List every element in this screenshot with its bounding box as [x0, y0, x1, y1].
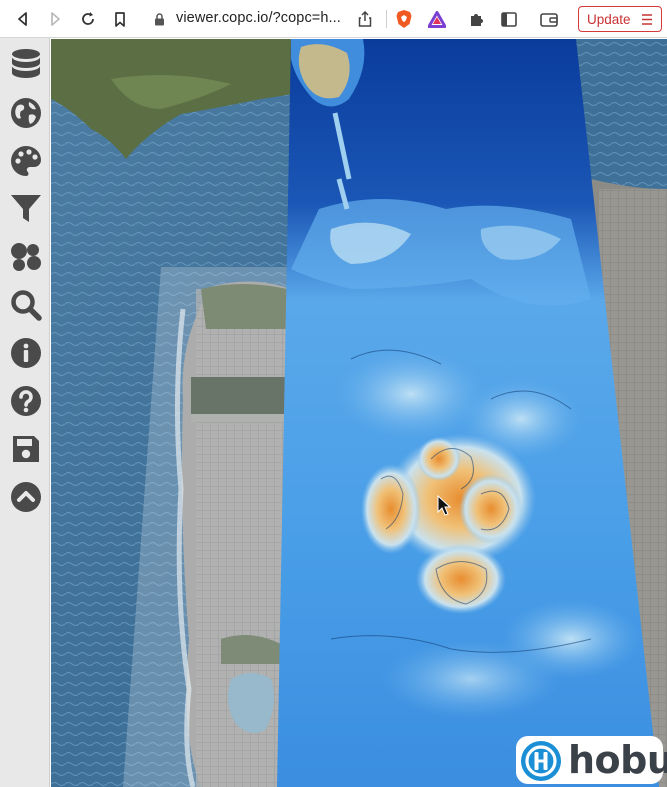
- extensions-icon[interactable]: [466, 8, 488, 30]
- save-icon[interactable]: [9, 432, 43, 466]
- palette-icon[interactable]: [9, 144, 43, 178]
- point-cloud-canvas[interactable]: [51, 39, 667, 787]
- collapse-up-icon[interactable]: [9, 480, 43, 514]
- update-label: Update: [587, 11, 631, 27]
- database-icon[interactable]: [9, 48, 43, 82]
- viewer-sidebar: [0, 38, 50, 787]
- globe-icon[interactable]: [9, 96, 43, 130]
- menu-icon: [642, 14, 652, 25]
- info-icon[interactable]: [9, 336, 43, 370]
- lock-icon: [148, 8, 170, 30]
- brave-shield-icon[interactable]: [393, 8, 415, 30]
- back-icon[interactable]: [12, 8, 34, 30]
- bookmark-icon[interactable]: [109, 8, 131, 30]
- wallet-icon[interactable]: [538, 8, 560, 30]
- search-icon[interactable]: [9, 288, 43, 322]
- point-cloud-icon[interactable]: [9, 240, 43, 274]
- reload-icon[interactable]: [77, 8, 99, 30]
- help-icon[interactable]: [9, 384, 43, 418]
- forward-icon[interactable]: [44, 8, 66, 30]
- browser-toolbar: viewer.copc.io/?copc=h... Update: [0, 0, 667, 38]
- filter-icon[interactable]: [9, 192, 43, 226]
- hobu-logo-text: hobu: [568, 738, 667, 782]
- hobu-logo-icon: [521, 741, 561, 781]
- hobu-logo-badge[interactable]: hobu: [516, 736, 667, 784]
- address-bar-url[interactable]: viewer.copc.io/?copc=h...: [176, 10, 341, 26]
- sidebar-toggle-icon[interactable]: [498, 8, 520, 30]
- map-viewport[interactable]: [51, 39, 667, 787]
- toolbar-divider: [386, 10, 387, 28]
- update-button[interactable]: Update: [578, 6, 662, 32]
- rewards-icon[interactable]: [426, 8, 448, 30]
- share-icon[interactable]: [354, 8, 376, 30]
